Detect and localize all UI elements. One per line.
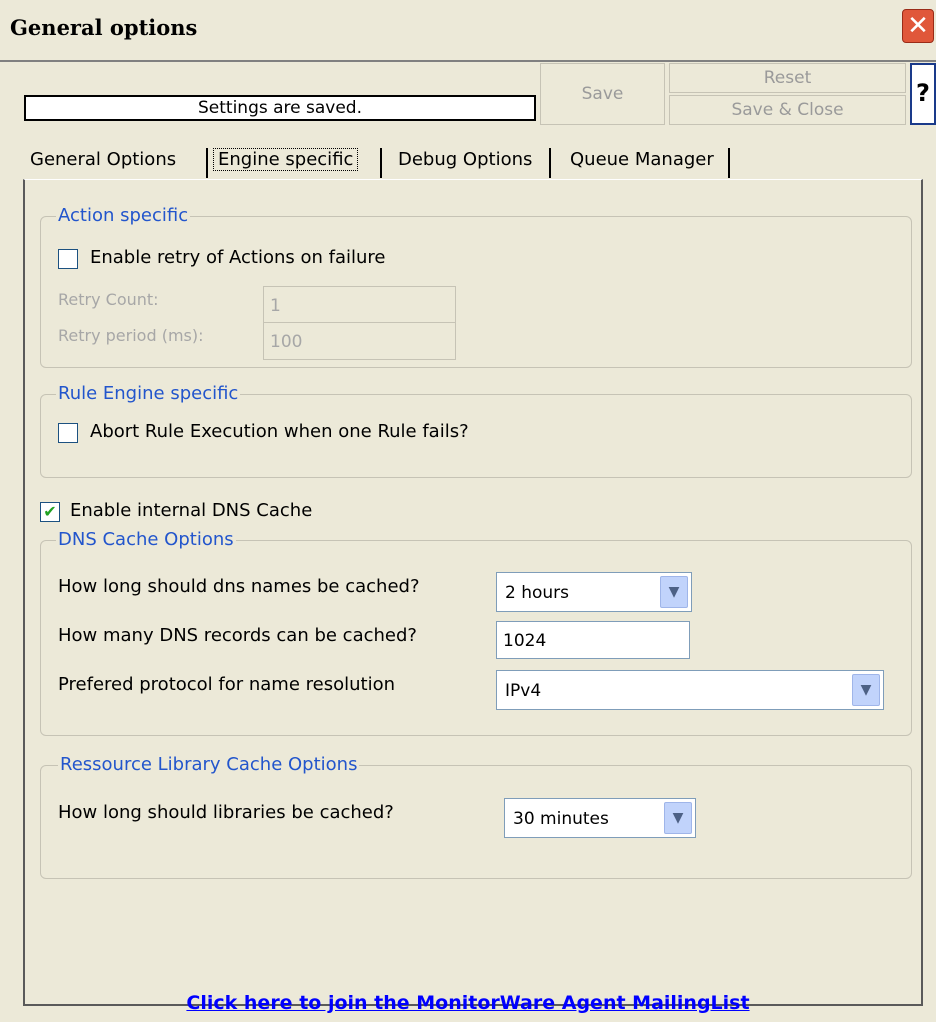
chevron-down-icon[interactable]: ▼	[660, 576, 688, 608]
status-message: Settings are saved.	[24, 95, 536, 121]
enable-dns-cache-label: Enable internal DNS Cache	[70, 500, 313, 521]
tab-separator	[206, 148, 208, 178]
dns-cache-legend: DNS Cache Options	[56, 529, 236, 550]
help-button[interactable]: ?	[910, 63, 936, 125]
save-close-button[interactable]: Save & Close	[669, 95, 906, 125]
save-button[interactable]: Save	[540, 63, 665, 125]
enable-retry-label: Enable retry of Actions on failure	[90, 247, 386, 268]
library-cache-time-select[interactable]: 30 minutes ▼	[504, 798, 696, 838]
abort-rule-label: Abort Rule Execution when one Rule fails…	[90, 421, 469, 442]
enable-dns-cache-checkbox[interactable]: ✔	[40, 502, 60, 522]
tab-queue-manager[interactable]: Queue Manager	[570, 142, 714, 178]
retry-period-label: Retry period (ms):	[58, 326, 204, 345]
action-specific-legend: Action specific	[56, 205, 191, 226]
tab-separator	[728, 148, 730, 178]
rule-engine-legend: Rule Engine specific	[56, 383, 241, 404]
title-divider	[0, 60, 936, 62]
retry-count-input[interactable]: 1	[263, 286, 456, 324]
close-icon: ✕	[907, 11, 929, 41]
abort-rule-checkbox[interactable]	[58, 423, 78, 443]
dns-protocol-select[interactable]: IPv4 ▼	[496, 670, 884, 710]
dns-cache-time-select[interactable]: 2 hours ▼	[496, 572, 692, 612]
chevron-down-icon[interactable]: ▼	[852, 674, 880, 706]
tab-general-options[interactable]: General Options	[30, 142, 176, 178]
tab-separator	[549, 148, 551, 178]
dns-records-input[interactable]: 1024	[496, 621, 690, 659]
dns-cache-time-label: How long should dns names be cached?	[58, 576, 420, 597]
window-title: General options	[10, 15, 198, 40]
resource-library-legend: Ressource Library Cache Options	[58, 754, 360, 775]
reset-button[interactable]: Reset	[669, 63, 906, 93]
retry-count-label: Retry Count:	[58, 290, 159, 309]
checkmark-icon: ✔	[43, 502, 57, 521]
enable-retry-checkbox[interactable]	[58, 249, 78, 269]
dns-records-label: How many DNS records can be cached?	[58, 625, 417, 646]
tab-engine-specific[interactable]: Engine specific	[212, 142, 359, 178]
retry-period-input[interactable]: 100	[263, 322, 456, 360]
mailing-list-link[interactable]: Click here to join the MonitorWare Agent…	[0, 992, 936, 1014]
action-specific-group	[40, 216, 912, 368]
dns-protocol-label: Prefered protocol for name resolution	[58, 674, 395, 695]
library-cache-time-label: How long should libraries be cached?	[58, 802, 394, 823]
close-button[interactable]: ✕	[902, 9, 934, 43]
tab-separator	[380, 148, 382, 178]
chevron-down-icon[interactable]: ▼	[664, 802, 692, 834]
tab-debug-options[interactable]: Debug Options	[398, 142, 532, 178]
